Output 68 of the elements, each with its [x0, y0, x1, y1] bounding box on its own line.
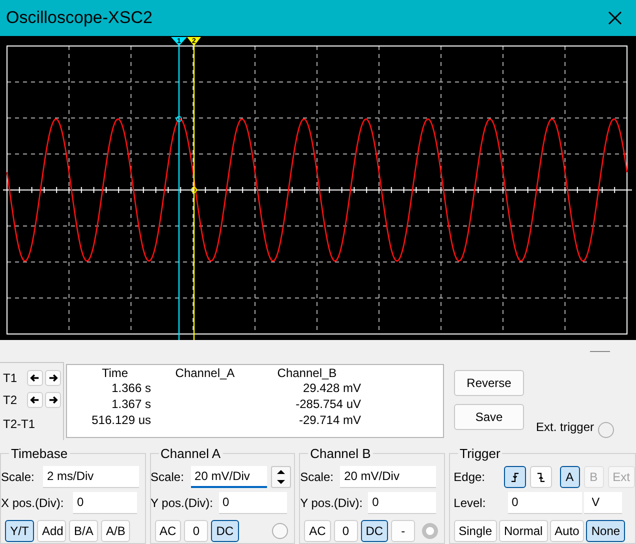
position-field[interactable]: 0: [73, 492, 137, 514]
scale-field[interactable]: 20 mV/Div: [340, 466, 436, 488]
cursor-label: T2: [3, 392, 18, 409]
field-label: Scale:: [150, 468, 185, 486]
scale-field[interactable]: 20 mV/Div: [190, 466, 267, 488]
scale-field[interactable]: 2 ms/Div: [43, 466, 139, 488]
position-field[interactable]: 0: [218, 492, 287, 514]
group-title: Channel A: [160, 445, 222, 463]
field-label: X pos.(Div):: [1, 494, 65, 512]
right-arrow-icon: [47, 372, 59, 384]
coupling-button[interactable]: -: [391, 520, 416, 542]
falling-edge-button[interactable]: [530, 466, 552, 488]
right-arrow-button[interactable]: [45, 370, 61, 386]
table-cell-text: 29.428 mV: [302, 381, 362, 397]
table-cell-text: 1.367 s: [110, 397, 152, 413]
ext-trigger-radio[interactable]: [598, 422, 614, 438]
field-label: Scale:: [300, 468, 334, 486]
cursor-label: T2-T1: [3, 416, 36, 433]
close-icon[interactable]: [608, 11, 622, 25]
field-label: Scale:: [1, 468, 36, 486]
coupling-button[interactable]: DC: [360, 520, 388, 542]
position-field[interactable]: 0: [368, 492, 436, 514]
field-label: Edge:: [454, 468, 486, 486]
mode-button[interactable]: Y/T: [5, 520, 34, 542]
table-cell-text: 516.129 us: [90, 413, 152, 429]
trigger-mode-button[interactable]: Single: [454, 520, 497, 542]
coupling-button[interactable]: 0: [334, 520, 358, 542]
mode-button[interactable]: A/B: [101, 520, 130, 542]
ext-trigger-label: Ext. trigger: [536, 419, 594, 436]
window-title: Oscilloscope-XSC2: [6, 7, 152, 30]
column-header: Channel_B: [276, 366, 338, 381]
trigger-mode-button[interactable]: Normal: [499, 520, 548, 542]
mode-button[interactable]: B/A: [69, 520, 98, 542]
coupling-button[interactable]: 0: [184, 520, 208, 542]
rising-edge-button[interactable]: [504, 466, 526, 488]
field-label: Y pos.(Div):: [150, 494, 214, 512]
field-label: Level:: [454, 494, 487, 512]
left-arrow-button[interactable]: [27, 392, 43, 408]
cursor-point: [176, 116, 182, 122]
table-cell-text: 1.366 s: [110, 381, 152, 397]
channel-radio[interactable]: [272, 522, 288, 538]
coupling-button[interactable]: DC: [211, 520, 239, 542]
reverse-button[interactable]: Reverse: [454, 370, 524, 396]
source-button[interactable]: A: [560, 466, 580, 488]
left-arrow-icon: [29, 394, 41, 406]
trigger-mode-button[interactable]: Auto: [550, 520, 584, 542]
mode-button[interactable]: Add: [37, 520, 66, 542]
group-title: Channel B: [309, 445, 372, 463]
spin-button[interactable]: [270, 466, 291, 488]
save-button[interactable]: Save: [454, 404, 524, 430]
coupling-button[interactable]: AC: [154, 520, 182, 542]
field-label: Y pos.(Div):: [300, 494, 364, 512]
left-arrow-icon: [29, 372, 41, 384]
column-header: Channel_A: [174, 366, 236, 381]
right-arrow-icon: [47, 394, 59, 406]
left-arrow-button[interactable]: [27, 370, 43, 386]
unit-field[interactable]: V: [584, 492, 622, 514]
table-cell-text: -285.754 uV: [294, 397, 362, 413]
trigger-mode-button[interactable]: None: [586, 520, 626, 542]
level-field[interactable]: 0: [508, 492, 582, 514]
cursor-label: T1: [3, 370, 18, 387]
column-header: Time: [100, 366, 130, 381]
cursor-point: [191, 187, 197, 193]
coupling-button[interactable]: AC: [304, 520, 331, 542]
group-title: Timebase: [10, 445, 69, 463]
group-title: Trigger: [458, 445, 502, 463]
table-cell-text: -29.714 mV: [298, 413, 362, 429]
right-arrow-button[interactable]: [45, 392, 61, 408]
